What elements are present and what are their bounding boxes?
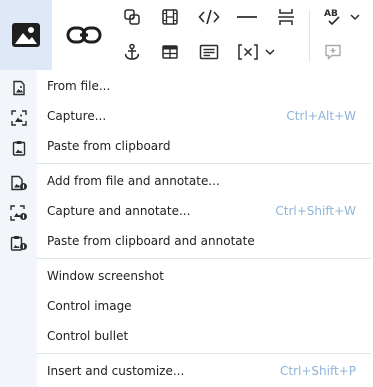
menu-item-paste-from-clipboard-and-annotate[interactable]: Paste from clipboard and annotate <box>37 226 373 256</box>
menu-item-shortcut: Ctrl+Shift+W <box>275 204 356 218</box>
menu-icon-gutter <box>0 70 37 387</box>
menu-item-label: Add from file and annotate... <box>47 174 220 188</box>
film-icon <box>161 8 179 26</box>
special-link-button[interactable] <box>121 6 143 28</box>
insert-code-button[interactable] <box>197 6 221 28</box>
menu-item-label: Paste from clipboard and annotate <box>47 234 255 248</box>
menu-item-capture[interactable]: Capture... Ctrl+Alt+W <box>37 101 373 131</box>
menu-item-paste-from-clipboard[interactable]: Paste from clipboard <box>37 131 373 161</box>
menu-item-label: Paste from clipboard <box>47 139 171 153</box>
clipboard-annotate-icon <box>9 233 28 252</box>
svg-text:AB: AB <box>324 9 338 19</box>
image-file-annotate-icon <box>9 173 28 192</box>
image-file-icon <box>9 78 28 97</box>
insert-image-button[interactable] <box>0 0 52 70</box>
menu-separator <box>37 163 371 164</box>
image-menu: From file... Capture... Ctrl+Alt+W Paste… <box>37 70 373 387</box>
comment-icon <box>324 43 342 61</box>
menu-item-label: Capture... <box>47 109 107 123</box>
insert-image-dropdown: AB From file... Capture... Ctrl+Alt+W Pa… <box>0 0 373 387</box>
screen-capture-icon <box>9 108 28 127</box>
new-comment-button[interactable] <box>322 41 344 63</box>
menu-item-from-file[interactable]: From file... <box>37 71 373 101</box>
insert-anchor-button[interactable] <box>121 41 143 63</box>
insert-table-button[interactable] <box>159 41 181 63</box>
menu-item-label: Control image <box>47 299 132 313</box>
menu-item-control-image[interactable]: Control image <box>37 291 373 321</box>
menu-item-label: Window screenshot <box>47 269 164 283</box>
menu-item-add-from-file-and-annotate[interactable]: Add from file and annotate... <box>37 166 373 196</box>
chevron-down-icon <box>265 48 275 56</box>
toolbar-separator <box>309 10 310 62</box>
page-break-button[interactable] <box>275 6 297 28</box>
menu-item-label: Capture and annotate... <box>47 204 191 218</box>
code-icon <box>198 8 220 26</box>
insert-video-button[interactable] <box>159 6 181 28</box>
spellcheck-icon: AB <box>324 7 344 27</box>
menu-item-label: Insert and customize... <box>47 364 185 378</box>
menu-separator <box>37 353 371 354</box>
menu-item-control-bullet[interactable]: Control bullet <box>37 321 373 351</box>
field-icon <box>237 43 259 61</box>
text-box-icon <box>199 43 219 61</box>
insert-link-button[interactable] <box>64 17 104 53</box>
anchor-icon <box>123 43 141 61</box>
horizontal-rule-button[interactable] <box>235 6 259 28</box>
menu-item-shortcut: Ctrl+Shift+P <box>280 364 356 378</box>
insert-text-box-button[interactable] <box>197 41 221 63</box>
insert-field-button[interactable] <box>233 41 279 63</box>
menu-item-capture-and-annotate[interactable]: Capture and annotate... Ctrl+Shift+W <box>37 196 373 226</box>
table-icon <box>161 43 179 61</box>
menu-item-insert-and-customize[interactable]: Insert and customize... Ctrl+Shift+P <box>37 356 373 386</box>
menu-separator <box>37 258 371 259</box>
image-icon <box>10 19 42 51</box>
menu-item-shortcut: Ctrl+Alt+W <box>286 109 356 123</box>
menu-item-window-screenshot[interactable]: Window screenshot <box>37 261 373 291</box>
menu-item-label: From file... <box>47 79 111 93</box>
link-icon <box>65 23 103 47</box>
spelling-button[interactable]: AB <box>320 6 364 28</box>
clipboard-image-icon <box>9 138 28 157</box>
chevron-down-icon <box>350 13 360 21</box>
toolbar: AB <box>0 0 373 70</box>
page-break-icon <box>277 8 295 26</box>
menu-item-label: Control bullet <box>47 329 129 343</box>
screen-capture-annotate-icon <box>9 203 28 222</box>
link-special-icon <box>123 8 141 26</box>
horizontal-rule-icon <box>236 8 258 26</box>
